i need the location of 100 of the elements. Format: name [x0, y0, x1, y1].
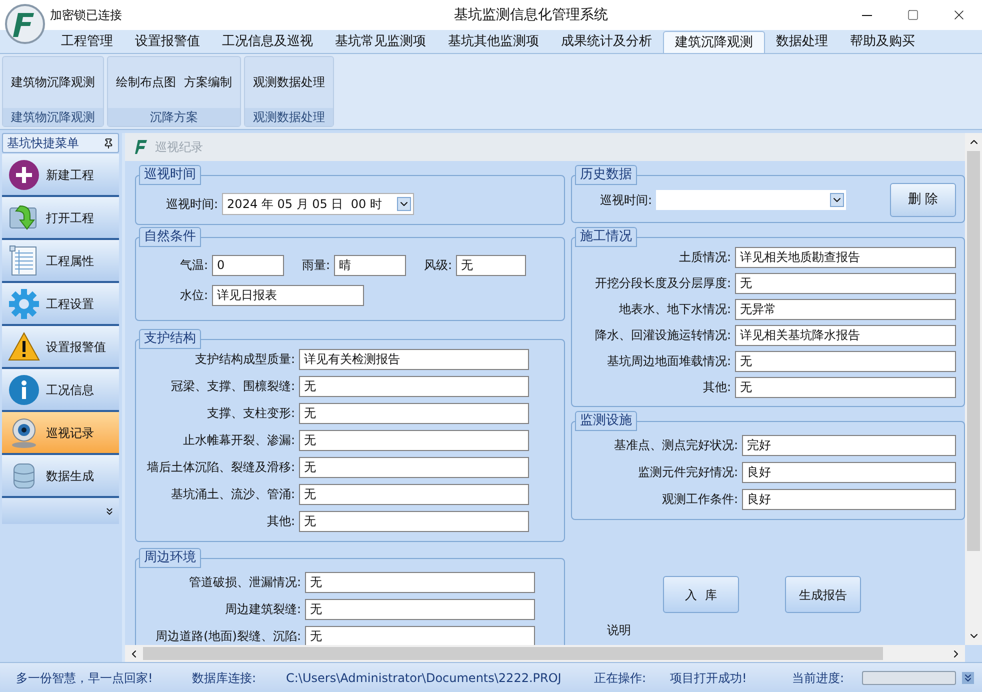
action-button[interactable]: 生成报告	[785, 576, 861, 613]
group-title: 历史数据	[575, 165, 637, 185]
field-label: 基坑周边地面堆载情况:	[606, 353, 732, 370]
input-field[interactable]: 无	[456, 254, 526, 276]
input-field[interactable]: 良好	[742, 488, 956, 510]
dropdown-icon[interactable]	[830, 193, 844, 207]
pin-icon[interactable]	[103, 138, 114, 148]
sidebar-item[interactable]: 打开工程	[2, 197, 119, 240]
input-field[interactable]: 无	[735, 376, 956, 398]
field-label: 墙后土体沉陷、裂缝及滑移:	[146, 459, 296, 476]
dropdown-icon[interactable]	[397, 197, 412, 211]
input-field[interactable]: 无	[299, 430, 529, 450]
info-icon	[8, 374, 40, 406]
ribbon-button[interactable]: 绘制布点图	[112, 73, 180, 91]
ribbon-button[interactable]: 建筑物沉降观测	[7, 73, 99, 91]
menu-tab[interactable]: 设置报警值	[124, 31, 211, 53]
input-field[interactable]: 详见相关基坑降水报告	[735, 324, 956, 346]
scroll-thumb[interactable]	[143, 647, 883, 660]
ribbon-button[interactable]: 方案编制	[180, 73, 236, 91]
input-field[interactable]: 良好	[742, 462, 956, 482]
input-field[interactable]: 完好	[742, 434, 956, 456]
field-label: 基准点、测点完好状况:	[612, 437, 739, 454]
sidebar-item[interactable]: 工程设置	[2, 283, 119, 326]
plus-icon	[8, 158, 40, 190]
menu-tab[interactable]: 基坑其他监测项	[437, 31, 550, 53]
horizontal-scrollbar[interactable]	[125, 645, 965, 662]
group-title: 周边环境	[139, 548, 201, 568]
sidebar-item[interactable]: 数据生成	[2, 455, 119, 498]
sidebar-item[interactable]: 设置报警值	[2, 326, 119, 369]
input-field[interactable]: 无	[735, 272, 956, 294]
operation-status: 项目打开成功!	[670, 670, 748, 686]
field-label: 巡视时间:	[600, 192, 652, 209]
input-field[interactable]: 详见相关地质勘查报告	[735, 246, 956, 268]
field-label: 冠梁、支撑、围檩裂缝:	[170, 378, 296, 395]
sidebar-item[interactable]: 工况信息	[2, 369, 119, 412]
field-label: 周边建筑裂缝:	[224, 601, 302, 618]
date-value: 2024 年 05 月 05 日 00 时	[227, 196, 382, 213]
input-field[interactable]: 无异常	[735, 298, 956, 320]
menu-tab[interactable]: 建筑沉降观测	[663, 31, 765, 53]
input-field[interactable]: 无	[299, 456, 529, 478]
action-button[interactable]: 入 库	[663, 576, 739, 613]
ribbon-group-caption: 建筑物沉降观测	[3, 108, 103, 126]
field-label: 水位:	[178, 287, 209, 304]
warning-icon	[8, 330, 40, 362]
field-label: 气温:	[178, 257, 209, 274]
sidebar-item[interactable]: 巡视记录	[2, 412, 119, 455]
date-picker[interactable]: 2024 年 05 月 05 日 00 时	[222, 193, 414, 215]
window-title: 基坑监测信息化管理系统	[453, 6, 609, 24]
input-field[interactable]: 无	[305, 626, 535, 645]
ribbon-group-caption: 观测数据处理	[245, 108, 333, 126]
delete-button[interactable]: 删 除	[890, 183, 956, 217]
ribbon-button[interactable]: 观测数据处理	[249, 73, 329, 91]
ribbon-group-caption: 沉降方案	[108, 108, 240, 126]
input-field[interactable]: 0	[212, 254, 284, 276]
sidebar-item[interactable]: 新建工程	[2, 154, 119, 197]
field-label: 支撑、支柱变形:	[206, 405, 296, 422]
scroll-thumb[interactable]	[967, 151, 980, 551]
sidebar-title: 基坑快捷菜单	[7, 135, 79, 152]
note-label: 说明	[607, 622, 631, 639]
field-label: 其他:	[702, 379, 732, 396]
menu-tab[interactable]: 成果统计及分析	[550, 31, 663, 53]
minimize-icon	[862, 14, 872, 16]
field-label: 基坑涌土、流沙、管涌:	[170, 486, 296, 503]
field-label: 土质情况:	[678, 249, 732, 266]
field-label: 雨量:	[300, 257, 331, 274]
status-label: 正在操作:	[594, 670, 648, 686]
group-title: 巡视时间	[139, 165, 201, 185]
input-field[interactable]: 无	[299, 484, 529, 504]
field-label: 观测工作条件:	[660, 491, 739, 508]
menu-tab[interactable]: 工况信息及巡视	[211, 31, 324, 53]
input-field[interactable]: 详见日报表	[212, 284, 364, 306]
field-label: 支护结构成型质量:	[194, 351, 296, 368]
input-field[interactable]: 无	[305, 572, 535, 592]
menu-tab[interactable]: 数据处理	[765, 31, 839, 53]
input-field[interactable]: 无	[299, 510, 529, 532]
vertical-scrollbar[interactable]	[965, 133, 982, 645]
group-title: 施工情况	[575, 227, 637, 247]
group-title: 监测设施	[575, 411, 637, 431]
input-field[interactable]: 无	[299, 402, 529, 424]
field-label: 监测元件完好情况:	[636, 464, 739, 481]
input-field[interactable]: 无	[735, 350, 956, 372]
menu-tab[interactable]: 基坑常见监测项	[324, 31, 437, 53]
input-field[interactable]: 晴	[334, 254, 406, 276]
status-slogan: 多一份智慧，早一点回家!	[16, 670, 154, 686]
input-field[interactable]: 无	[305, 598, 535, 620]
menu-tab[interactable]: 帮助及购买	[839, 31, 926, 53]
status-label: 当前进度:	[792, 670, 846, 686]
document-title: 巡视纪录	[155, 139, 203, 156]
sidebar-item[interactable]: 工程属性	[2, 240, 119, 283]
options-icon[interactable]	[962, 672, 974, 684]
field-label: 止水帷幕开裂、渗漏:	[182, 432, 296, 449]
database-path: C:\Users\Administrator\Documents\2222.PROJ	[286, 670, 562, 686]
app-mark-icon	[135, 140, 147, 154]
group-title: 支护结构	[139, 329, 201, 349]
input-field[interactable]: 无	[299, 376, 529, 396]
field-label: 周边道路(地面)裂缝、沉陷:	[154, 628, 302, 645]
maximize-icon	[907, 9, 919, 21]
input-field[interactable]: 详见有关检测报告	[299, 348, 529, 370]
menu-tab[interactable]: 工程管理	[50, 31, 124, 53]
status-label: 数据库连接:	[192, 670, 258, 686]
